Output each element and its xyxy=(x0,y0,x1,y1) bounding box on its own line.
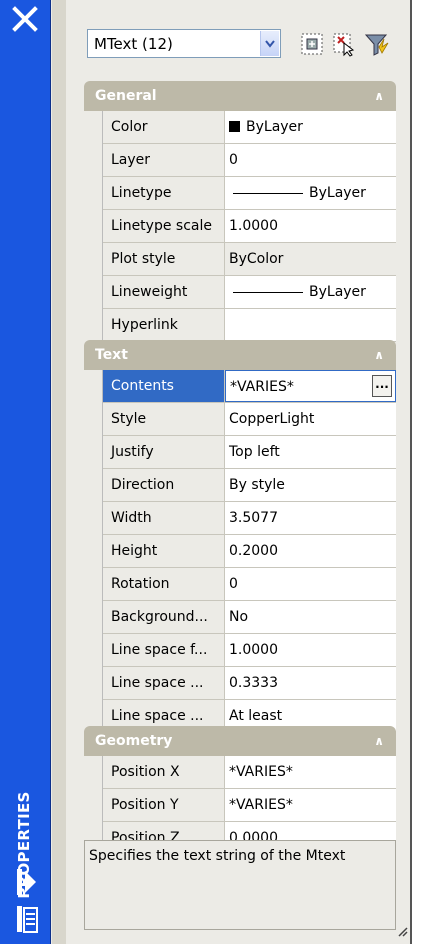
chevron-up-icon[interactable]: ∧ xyxy=(374,726,384,756)
ellipsis-button[interactable]: ... xyxy=(372,375,392,397)
property-row-background-mask[interactable]: Background... No xyxy=(103,601,396,634)
properties-menu-icon[interactable] xyxy=(16,904,38,934)
section-header-general[interactable]: General ∧ xyxy=(84,81,396,111)
property-value[interactable]: ByLayer xyxy=(225,111,396,143)
close-icon[interactable] xyxy=(12,6,38,32)
property-label: Linetype scale xyxy=(103,210,225,242)
property-value[interactable]: ByLayer xyxy=(225,177,396,209)
select-objects-icon[interactable] xyxy=(331,31,357,57)
section-general: General ∧ Color ByLayer Layer 0 Linetype… xyxy=(84,81,396,342)
property-row-contents[interactable]: Contents *VARIES*... xyxy=(103,370,396,403)
property-row-linetype[interactable]: Linetype ByLayer xyxy=(103,177,396,210)
property-row-line-space-factor[interactable]: Line space f... 1.0000 xyxy=(103,634,396,667)
property-value[interactable]: 0.3333 xyxy=(225,667,396,699)
property-label: Style xyxy=(103,403,225,435)
property-label: Position X xyxy=(103,756,225,788)
property-label: Linetype xyxy=(103,177,225,209)
property-label: Line space f... xyxy=(103,634,225,666)
property-value[interactable]: 1.0000 xyxy=(225,634,396,666)
property-row-hyperlink[interactable]: Hyperlink xyxy=(103,309,396,342)
palette-title-bar[interactable]: PROPERTIES xyxy=(0,0,51,944)
section-title: Text xyxy=(95,347,128,363)
property-value-text: ByLayer xyxy=(309,185,366,201)
property-row-height[interactable]: Height 0.2000 xyxy=(103,535,396,568)
property-row-justify[interactable]: Justify Top left xyxy=(103,436,396,469)
palette-grip-strip xyxy=(52,0,66,944)
property-row-color[interactable]: Color ByLayer xyxy=(103,111,396,144)
property-label: Position Y xyxy=(103,789,225,821)
property-row-lineweight[interactable]: Lineweight ByLayer xyxy=(103,276,396,309)
property-value[interactable]: *VARIES*... xyxy=(225,370,396,402)
property-label: Height xyxy=(103,535,225,567)
property-value[interactable]: Top left xyxy=(225,436,396,468)
property-value[interactable]: *VARIES* xyxy=(225,756,396,788)
property-label: Justify xyxy=(103,436,225,468)
property-value[interactable]: 0 xyxy=(225,568,396,600)
chevron-up-icon[interactable]: ∧ xyxy=(374,340,384,370)
property-value[interactable]: No xyxy=(225,601,396,633)
property-row-width[interactable]: Width 3.5077 xyxy=(103,502,396,535)
property-label: Plot style xyxy=(103,243,225,275)
section-title: Geometry xyxy=(95,733,173,749)
property-value[interactable]: ByLayer xyxy=(225,276,396,308)
object-type-value: MText (12) xyxy=(94,35,173,53)
property-value[interactable]: By style xyxy=(225,469,396,501)
property-label: Lineweight xyxy=(103,276,225,308)
resize-grip-icon[interactable] xyxy=(396,925,408,937)
property-value[interactable]: 0 xyxy=(225,144,396,176)
lineweight-preview-icon xyxy=(233,291,303,293)
property-label: Direction xyxy=(103,469,225,501)
chevron-down-icon[interactable] xyxy=(260,31,279,56)
property-row-direction[interactable]: Direction By style xyxy=(103,469,396,502)
property-label: Rotation xyxy=(103,568,225,600)
property-label: Contents xyxy=(103,370,225,402)
property-label: Background... xyxy=(103,601,225,633)
color-swatch-icon xyxy=(229,121,240,132)
property-value[interactable]: 3.5077 xyxy=(225,502,396,534)
section-header-text[interactable]: Text ∧ xyxy=(84,340,396,370)
property-row-linetype-scale[interactable]: Linetype scale 1.0000 xyxy=(103,210,396,243)
property-value[interactable]: 1.0000 xyxy=(225,210,396,242)
properties-palette: PROPERTIES MText (12) General ∧ Color By… xyxy=(0,0,412,944)
property-value[interactable]: CopperLight xyxy=(225,403,396,435)
section-text: Text ∧ Contents *VARIES*... Style Copper… xyxy=(84,340,396,733)
property-row-rotation[interactable]: Rotation 0 xyxy=(103,568,396,601)
property-value[interactable]: *VARIES* xyxy=(225,789,396,821)
property-row-layer[interactable]: Layer 0 xyxy=(103,144,396,177)
property-value: ByColor xyxy=(225,243,396,275)
property-value-text: *VARIES* xyxy=(230,379,294,395)
property-label: Width xyxy=(103,502,225,534)
property-row-position-y[interactable]: Position Y *VARIES* xyxy=(103,789,396,822)
section-title: General xyxy=(95,88,157,104)
property-label: Color xyxy=(103,111,225,143)
toggle-pickadd-icon[interactable] xyxy=(299,31,325,57)
quick-select-icon[interactable] xyxy=(364,31,390,57)
section-geometry: Geometry ∧ Position X *VARIES* Position … xyxy=(84,726,396,855)
property-row-plot-style[interactable]: Plot style ByColor xyxy=(103,243,396,276)
object-type-dropdown[interactable]: MText (12) xyxy=(87,29,281,58)
property-value-text: ByLayer xyxy=(309,284,366,300)
property-row-position-x[interactable]: Position X *VARIES* xyxy=(103,756,396,789)
property-row-style[interactable]: Style CopperLight xyxy=(103,403,396,436)
property-value[interactable]: 0.2000 xyxy=(225,535,396,567)
autohide-icon[interactable] xyxy=(16,868,38,896)
property-label: Layer xyxy=(103,144,225,176)
property-label: Hyperlink xyxy=(103,309,225,341)
section-header-geometry[interactable]: Geometry ∧ xyxy=(84,726,396,756)
chevron-up-icon[interactable]: ∧ xyxy=(374,81,384,111)
description-panel: Specifies the text string of the Mtext xyxy=(84,840,396,930)
property-row-line-space-distance[interactable]: Line space ... 0.3333 xyxy=(103,667,396,700)
property-label: Line space ... xyxy=(103,667,225,699)
property-value[interactable] xyxy=(225,309,396,341)
property-value-text: ByLayer xyxy=(246,119,303,135)
linetype-preview-icon xyxy=(233,192,303,194)
